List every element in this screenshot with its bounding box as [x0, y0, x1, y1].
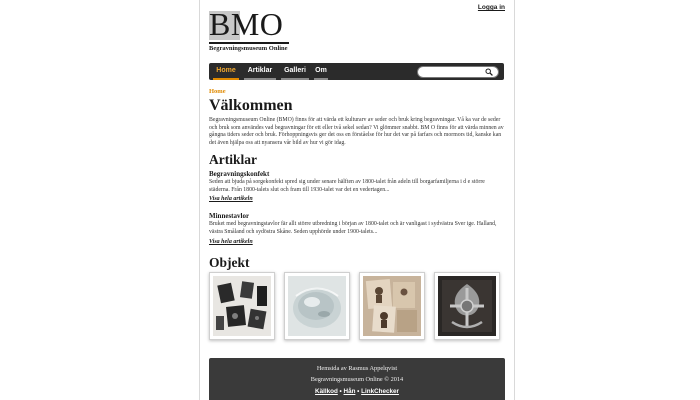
- object-thumbnail[interactable]: [359, 272, 425, 340]
- footer-link-source[interactable]: Källkod: [315, 388, 338, 395]
- article-excerpt: Seden att bjuda på sorgekonfekt spred si…: [209, 179, 485, 193]
- photo-glass-dish: [288, 276, 346, 336]
- main-navbar: Home Artiklar Galleri Om: [209, 63, 504, 80]
- article-title: Minnestavlor: [209, 212, 250, 220]
- page-title: Välkommen: [209, 97, 293, 114]
- article-title: Begravningskonfekt: [209, 170, 270, 178]
- footer-separator: •: [357, 388, 360, 395]
- nav-item-galleri[interactable]: Galleri: [279, 63, 311, 80]
- nav-item-label: Om: [315, 67, 327, 74]
- footer-separator: •: [339, 388, 342, 395]
- page-container: Logga in BMO Begravningsmuseum Online Ho…: [199, 0, 515, 400]
- nav-item-label: Home: [216, 67, 236, 74]
- breadcrumb[interactable]: Home: [209, 88, 226, 95]
- footer-link-linkchecker[interactable]: LinkChecker: [361, 388, 399, 395]
- nav-item-om[interactable]: Om: [312, 63, 330, 80]
- nav-item-artiklar[interactable]: Artiklar: [242, 63, 278, 80]
- objects-heading: Objekt: [209, 255, 250, 270]
- footer-copyright: Begravningsmuseum Online © 2014: [310, 376, 404, 383]
- photo-silver-ornament: [438, 276, 496, 336]
- article-excerpt: Bruket med begravningstavlor fär allt st…: [209, 221, 497, 235]
- login-link[interactable]: Logga in: [478, 4, 505, 11]
- nav-underline: [314, 78, 328, 80]
- search-input[interactable]: [417, 66, 499, 78]
- read-article-link[interactable]: Visa hela artikeln: [209, 196, 253, 202]
- footer-credit: Hemsida av Rasmus Appelqvist: [316, 365, 398, 372]
- nav-underline: [281, 78, 309, 80]
- read-article-link[interactable]: Visa hela artikeln: [209, 239, 253, 245]
- logo-underline: [209, 42, 289, 44]
- object-thumbnail[interactable]: [284, 272, 350, 340]
- object-thumbnail[interactable]: [434, 272, 500, 340]
- photo-dark-cards: [213, 276, 271, 336]
- nav-item-label: Artiklar: [247, 67, 273, 74]
- site-tagline: Begravningsmuseum Online: [209, 45, 288, 52]
- site-logo[interactable]: BMO: [209, 6, 291, 44]
- object-thumbnail[interactable]: [209, 272, 275, 340]
- footer-link-han[interactable]: Hån: [344, 388, 356, 395]
- welcome-text: Begravningsmuseum Online (BMO) finns för…: [209, 117, 504, 146]
- nav-underline: [213, 78, 239, 80]
- nav-item-label: Galleri: [284, 67, 306, 74]
- articles-heading: Artiklar: [209, 152, 257, 167]
- logo-text: BMO: [209, 6, 284, 42]
- nav-underline: [244, 78, 276, 80]
- nav-item-home[interactable]: Home: [211, 63, 241, 80]
- site-footer: Hemsida av Rasmus Appelqvist Begravnings…: [209, 358, 505, 400]
- search-icon[interactable]: [485, 68, 493, 76]
- footer-links: Källkod • Hån • LinkChecker: [209, 388, 505, 395]
- photo-old-portraits: [363, 276, 421, 336]
